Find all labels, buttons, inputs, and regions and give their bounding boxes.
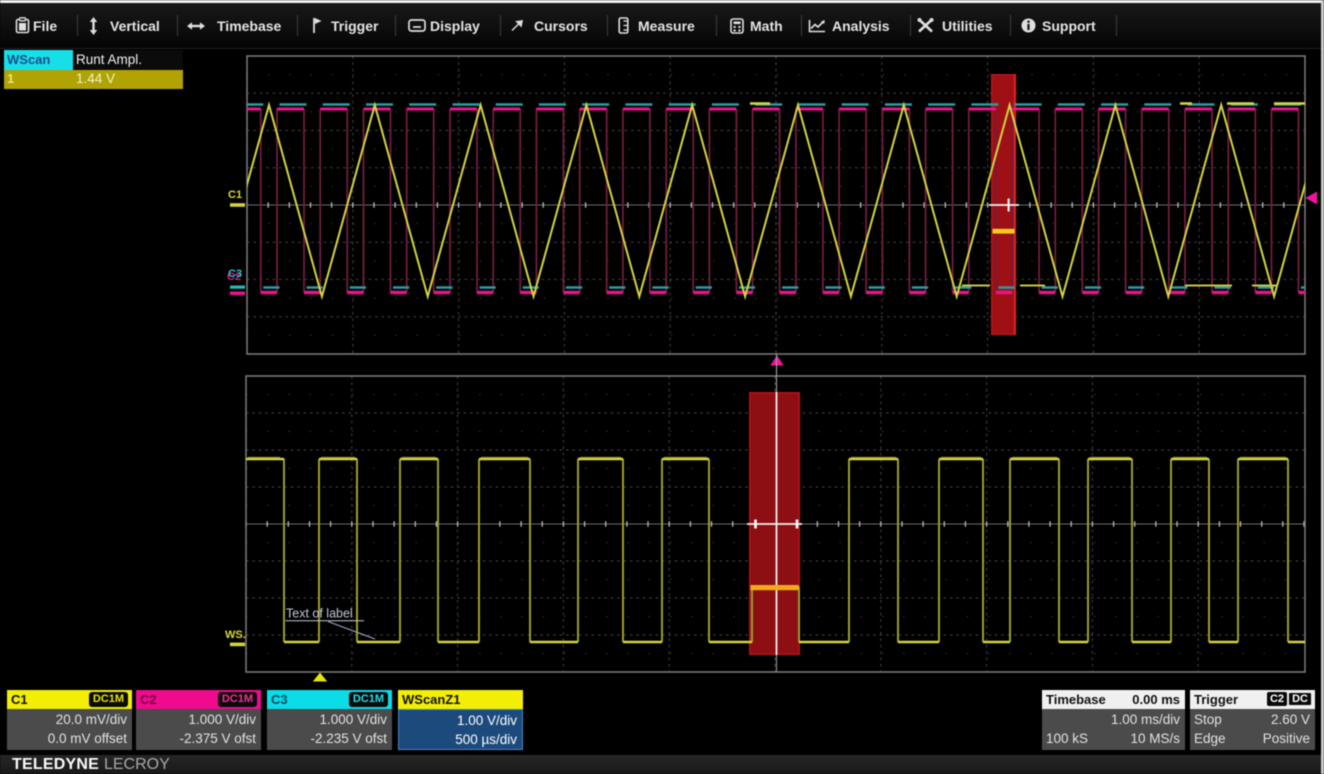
svg-text:WS.: WS.: [225, 629, 246, 641]
svg-text:C3: C3: [228, 268, 242, 280]
svg-text:C1: C1: [228, 189, 242, 201]
svg-text:Text of label: Text of label: [286, 607, 353, 621]
